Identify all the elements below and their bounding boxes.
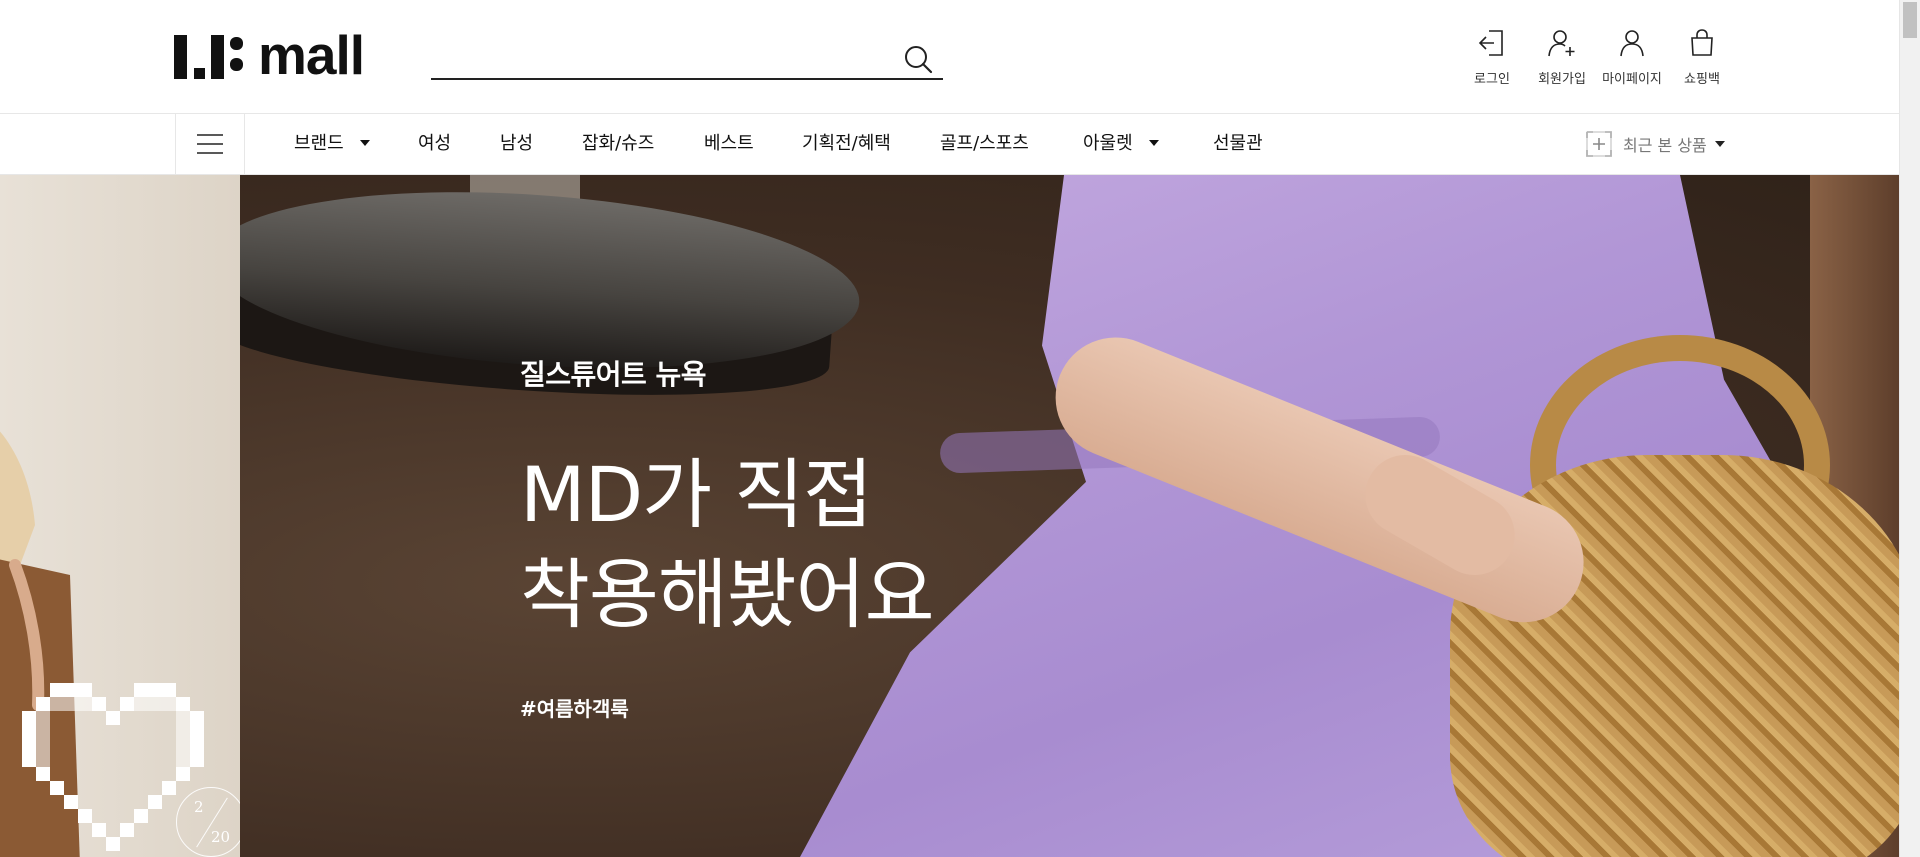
caret-down-icon (1714, 141, 1725, 147)
user-icon (1620, 30, 1644, 57)
nav-label: 베스트 (704, 133, 754, 154)
nav-label: 아울렛 (1083, 133, 1133, 154)
nav-label: 여성 (418, 133, 452, 154)
main-slide-image[interactable]: 질스튜어트 뉴욕 MD가 직접 착용해봤어요 #여름하객룩 (240, 175, 1899, 857)
caret-down-icon (1148, 140, 1159, 146)
hamburger-icon (197, 134, 223, 154)
shopping-bag-icon (1691, 29, 1713, 56)
nav-item-golf-sports[interactable]: 골프/스포츠 (940, 114, 1029, 174)
search-input[interactable] (431, 38, 891, 78)
recent-products-label: 최근 본 상품 (1623, 136, 1707, 155)
login-icon (1478, 30, 1503, 56)
header: mall 로그인 회원가입 마이페이지 쇼핑백 (0, 0, 1899, 113)
nav-item-promotions[interactable]: 기획전/혜택 (802, 114, 891, 174)
hero-banner: 2 20 질스튜어트 뉴욕 MD가 직접 착용해봤어요 #여름하객룩 (0, 175, 1899, 857)
hero-title-line: MD가 직접 (520, 450, 873, 539)
lf-mall-logo[interactable]: mall (174, 24, 365, 86)
nav-item-best[interactable]: 베스트 (704, 114, 754, 174)
slide-counter: 2 20 (176, 787, 246, 857)
total-slides: 20 (211, 828, 231, 846)
previous-slide-preview[interactable] (0, 175, 240, 857)
recent-products-button[interactable]: 최근 본 상품 (1585, 114, 1725, 174)
login-label: 로그인 (1474, 72, 1510, 87)
shopping-bag-label: 쇼핑백 (1684, 72, 1720, 87)
recent-products-icon (1586, 131, 1612, 157)
join-label: 회원가입 (1538, 72, 1586, 87)
search-bar (431, 38, 943, 80)
shopping-bag-link[interactable]: 쇼핑백 (1667, 28, 1737, 87)
scrollbar-thumb[interactable] (1903, 2, 1917, 38)
lf-logo-mark-icon (174, 35, 243, 79)
nav-item-accessories-shoes[interactable]: 잡화/슈즈 (582, 114, 654, 174)
logo-text: mall (258, 24, 365, 86)
nav-item-men[interactable]: 남성 (500, 114, 533, 174)
nav-label: 기획전/혜택 (802, 133, 891, 154)
caret-down-icon (359, 140, 370, 146)
nav-label: 선물관 (1213, 133, 1263, 154)
user-add-icon (1548, 30, 1575, 57)
hero-hashtag: #여름하객룩 (520, 697, 629, 721)
nav-item-outlet[interactable]: 아울렛 (1083, 114, 1159, 174)
current-slide: 2 (194, 798, 204, 816)
hero-title-line: 착용해봤어요 (520, 550, 935, 639)
hero-title: MD가 직접 착용해봤어요 (520, 445, 935, 645)
hero-brand-name: 질스튜어트 뉴욕 (520, 358, 707, 391)
nav-item-women[interactable]: 여성 (418, 114, 451, 174)
all-menu-button[interactable] (175, 114, 245, 174)
login-link[interactable]: 로그인 (1457, 28, 1527, 87)
nav-label: 남성 (500, 133, 534, 154)
nav-label: 잡화/슈즈 (582, 133, 655, 154)
join-link[interactable]: 회원가입 (1527, 28, 1597, 87)
nav-item-brand[interactable]: 브랜드 (294, 114, 370, 174)
nav-label: 골프/스포츠 (940, 133, 1029, 154)
search-icon (905, 46, 933, 74)
mypage-link[interactable]: 마이페이지 (1597, 28, 1667, 87)
nav-label: 브랜드 (294, 133, 344, 154)
page-scrollbar[interactable] (1899, 0, 1920, 857)
search-button[interactable] (901, 42, 935, 76)
main-navigation: 브랜드 여성 남성 잡화/슈즈 베스트 기획전/혜택 골프/스포츠 아울렛 선물… (0, 113, 1899, 175)
nav-item-gifts[interactable]: 선물관 (1213, 114, 1263, 174)
mypage-label: 마이페이지 (1602, 72, 1662, 87)
